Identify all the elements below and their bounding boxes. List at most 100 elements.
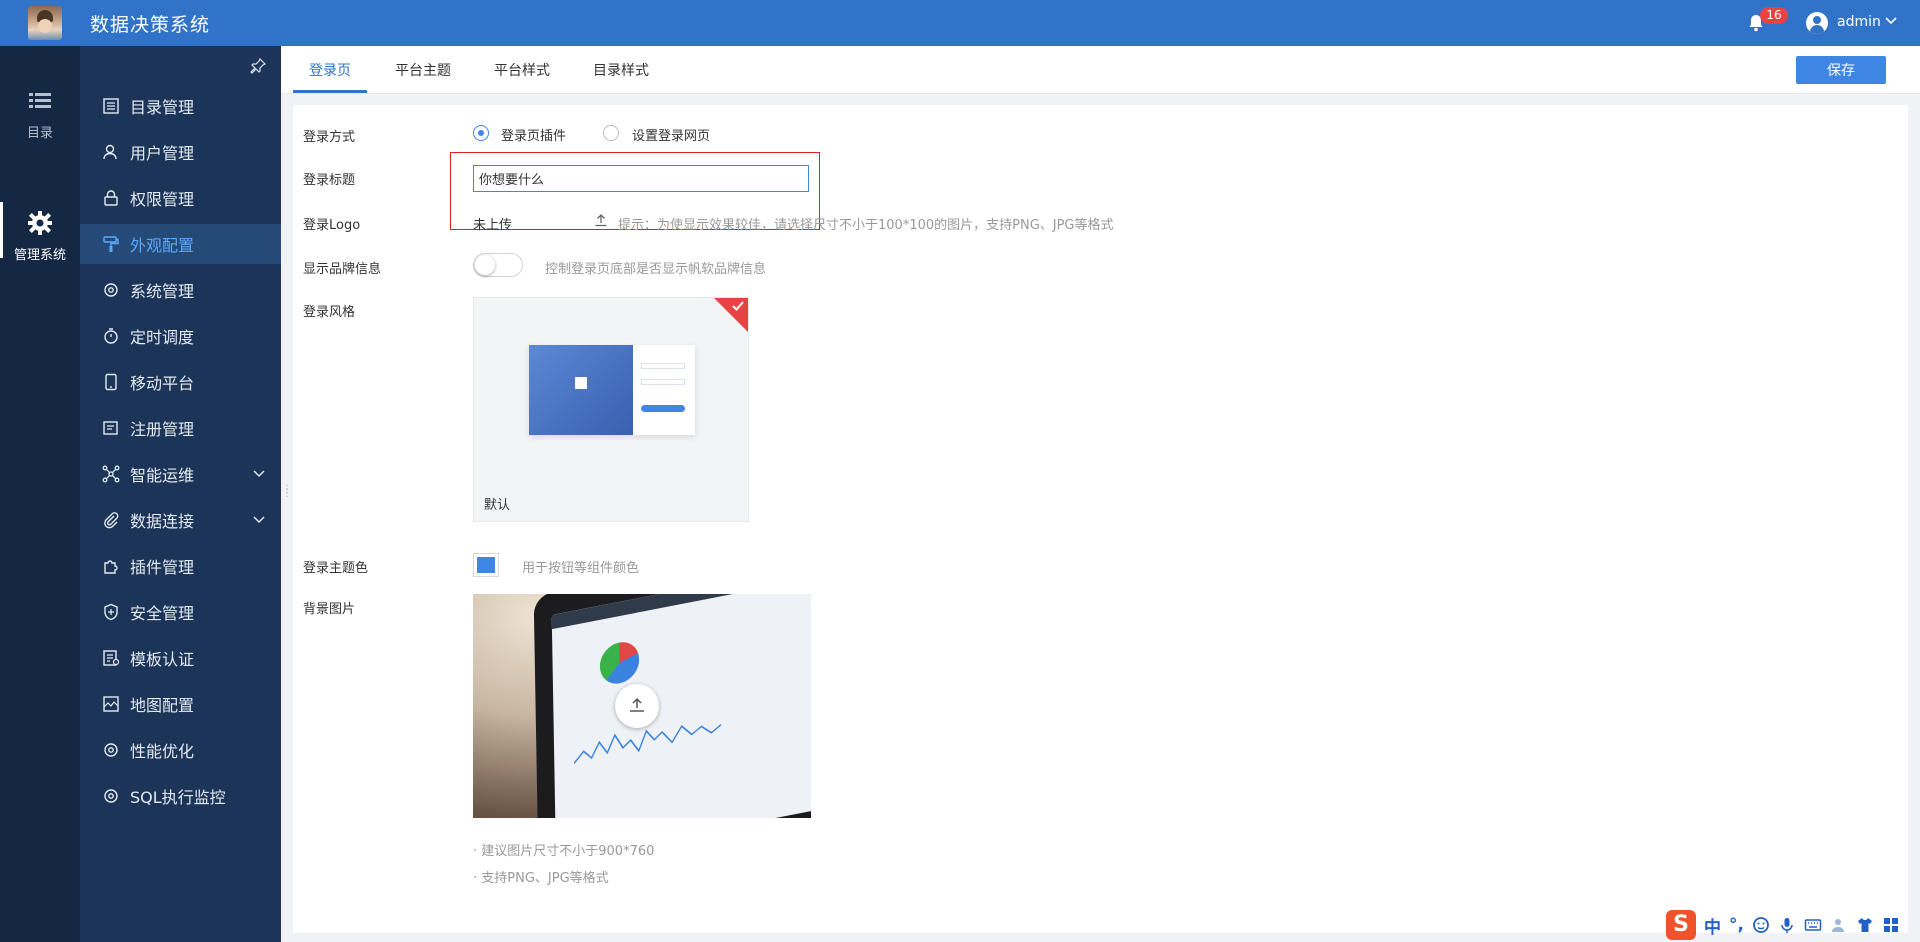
username[interactable]: admin: [1837, 14, 1881, 30]
logo-upload-status: 未上传: [473, 218, 513, 233]
menu-label: 权限管理: [130, 190, 195, 209]
app-avatar: [28, 6, 62, 40]
brand-info-label: 显示品牌信息: [303, 262, 382, 277]
top-bar: 数据决策系统 16 admin: [0, 0, 1920, 46]
background-upload-button[interactable]: [615, 684, 659, 728]
user-settings-icon[interactable]: [1830, 916, 1848, 934]
menu-item-data-connection[interactable]: 数据连接: [80, 500, 281, 540]
background-note-size: · 建议图片尺寸不小于900*760: [473, 844, 655, 859]
menu-label: 系统管理: [130, 282, 195, 301]
notification-badge: 16: [1760, 7, 1788, 24]
menu-label: 模板认证: [130, 650, 195, 669]
paperclip-icon: [104, 512, 119, 529]
tab-catalog-style[interactable]: 目录样式: [593, 60, 649, 80]
sogou-logo-icon[interactable]: S: [1666, 910, 1696, 940]
tab-platform-style[interactable]: 平台样式: [494, 60, 550, 80]
menu-item-template-auth[interactable]: 模板认证: [80, 638, 281, 678]
logo-hint: 提示：为使显示效果较佳，请选择尺寸不小于100*100的图片，支持PNG、JPG…: [618, 218, 1114, 233]
menu-label: 外观配置: [130, 236, 195, 255]
tab-login-page[interactable]: 登录页: [309, 60, 351, 80]
login-title-label: 登录标题: [303, 173, 356, 188]
tshirt-icon[interactable]: [1856, 916, 1874, 934]
brand-info-toggle[interactable]: [473, 253, 523, 277]
side-menu: 目录管理 用户管理 权限管理 外观配置 系统管理 定时调度 移动平台 注册管理 …: [80, 46, 281, 942]
check-icon: [732, 301, 744, 311]
chevron-down-icon[interactable]: [252, 515, 266, 525]
menu-label: 移动平台: [130, 374, 195, 393]
menu-item-system[interactable]: 系统管理: [80, 270, 281, 310]
menu-item-ops[interactable]: 智能运维: [80, 454, 281, 494]
login-logo-label: 登录Logo: [303, 218, 361, 233]
menu-item-plugins[interactable]: 插件管理: [80, 546, 281, 586]
chevron-down-icon[interactable]: [1884, 16, 1898, 26]
radio-custom-login-page[interactable]: [603, 125, 619, 141]
menu-label: 插件管理: [130, 558, 195, 577]
login-style-thumbnail: [529, 345, 695, 435]
catalog-icon: [103, 98, 119, 114]
network-icon: [102, 465, 120, 483]
user-icon: [103, 144, 117, 160]
theme-color-label: 登录主题色: [303, 561, 369, 576]
performance-icon: [104, 743, 118, 757]
upload-icon: [630, 697, 644, 712]
save-button[interactable]: 保存: [1796, 56, 1886, 84]
settings-icon: [104, 283, 118, 297]
radio-login-plugin[interactable]: [473, 125, 489, 141]
tab-platform-theme[interactable]: 平台主题: [395, 60, 451, 80]
resize-handle[interactable]: ⋮ ⋮: [282, 485, 292, 502]
menu-item-register[interactable]: 注册管理: [80, 408, 281, 448]
background-image-preview[interactable]: [473, 594, 811, 818]
menu-label: 安全管理: [130, 604, 195, 623]
pin-icon[interactable]: [250, 58, 266, 74]
gear-icon: [28, 211, 52, 235]
keyboard-icon[interactable]: [1804, 916, 1822, 934]
menu-item-mobile[interactable]: 移动平台: [80, 362, 281, 402]
upload-icon[interactable]: [594, 213, 608, 227]
ime-toolbar: S 中 °,: [1660, 908, 1920, 942]
toolbox-icon[interactable]: [1882, 916, 1900, 934]
ime-punctuation[interactable]: °,: [1729, 915, 1744, 935]
login-style-label: 登录风格: [303, 305, 356, 320]
radio-custom-login-page-label[interactable]: 设置登录网页: [632, 125, 710, 144]
login-style-card-default[interactable]: 默认: [473, 297, 749, 522]
menu-item-map[interactable]: 地图配置: [80, 684, 281, 724]
rail-item-label: 目录: [26, 126, 53, 141]
menu-item-appearance[interactable]: 外观配置: [80, 224, 281, 264]
menu-label: 性能优化: [130, 742, 195, 761]
emoji-icon[interactable]: [1752, 916, 1770, 934]
menu-label: 智能运维: [130, 466, 195, 485]
menu-item-schedule[interactable]: 定时调度: [80, 316, 281, 356]
tablet-photo: [533, 594, 811, 818]
theme-color-picker[interactable]: [473, 553, 499, 577]
menu-label: 用户管理: [130, 144, 195, 163]
user-avatar-icon[interactable]: [1806, 12, 1828, 34]
menu-item-catalog[interactable]: 目录管理: [80, 86, 281, 126]
menu-item-performance[interactable]: 性能优化: [80, 730, 281, 770]
app-title: 数据决策系统: [90, 14, 211, 36]
monitor-icon: [104, 789, 118, 803]
menu-item-permissions[interactable]: 权限管理: [80, 178, 281, 218]
active-tab-indicator: [293, 90, 367, 93]
rail-item-catalog[interactable]: 目录: [0, 88, 80, 141]
menu-label: SQL执行监控: [130, 788, 226, 807]
login-method-label: 登录方式: [303, 130, 356, 145]
mobile-icon: [105, 373, 117, 391]
template-icon: [103, 650, 120, 666]
map-icon: [103, 696, 119, 712]
login-settings-panel: 登录方式 登录页插件 设置登录网页 登录标题 登录Logo 未上传 提示：为使显…: [293, 105, 1908, 933]
ime-language[interactable]: 中: [1704, 913, 1721, 938]
theme-color-fill: [477, 557, 495, 573]
puzzle-icon: [104, 560, 118, 574]
menu-item-security[interactable]: 安全管理: [80, 592, 281, 632]
brand-info-hint: 控制登录页底部是否显示帆软品牌信息: [545, 262, 767, 277]
rail-item-management[interactable]: 管理系统: [0, 202, 80, 263]
menu-label: 目录管理: [130, 98, 195, 117]
chevron-down-icon[interactable]: [252, 469, 266, 479]
background-image-label: 背景图片: [303, 602, 356, 617]
register-icon: [103, 421, 118, 435]
menu-item-users[interactable]: 用户管理: [80, 132, 281, 172]
tabs-bar: 登录页 平台主题 平台样式 目录样式 保存: [281, 46, 1920, 94]
radio-login-plugin-label[interactable]: 登录页插件: [501, 125, 566, 144]
menu-item-sql-monitor[interactable]: SQL执行监控: [80, 776, 281, 816]
microphone-icon[interactable]: [1778, 916, 1796, 934]
